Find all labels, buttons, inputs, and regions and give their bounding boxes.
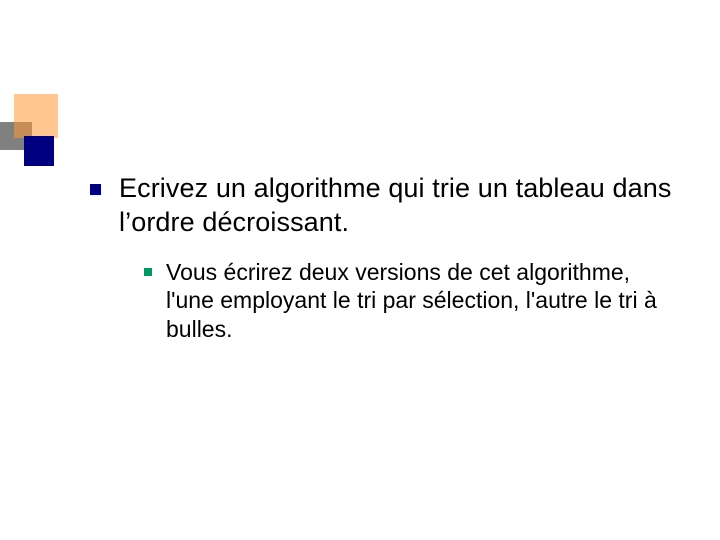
- decor-orange-block: [14, 94, 58, 138]
- slide: Ecrivez un algorithme qui trie un tablea…: [0, 0, 720, 540]
- square-bullet-icon: [144, 268, 152, 276]
- list-item: Vous écrirez deux versions de cet algori…: [144, 258, 680, 344]
- slide-content: Ecrivez un algorithme qui trie un tablea…: [90, 172, 680, 344]
- bullet-text: Ecrivez un algorithme qui trie un tablea…: [119, 172, 680, 240]
- decor-navy-block: [24, 136, 54, 166]
- bullet-text: Vous écrirez deux versions de cet algori…: [166, 258, 680, 344]
- square-bullet-icon: [90, 184, 101, 195]
- list-item: Ecrivez un algorithme qui trie un tablea…: [90, 172, 680, 240]
